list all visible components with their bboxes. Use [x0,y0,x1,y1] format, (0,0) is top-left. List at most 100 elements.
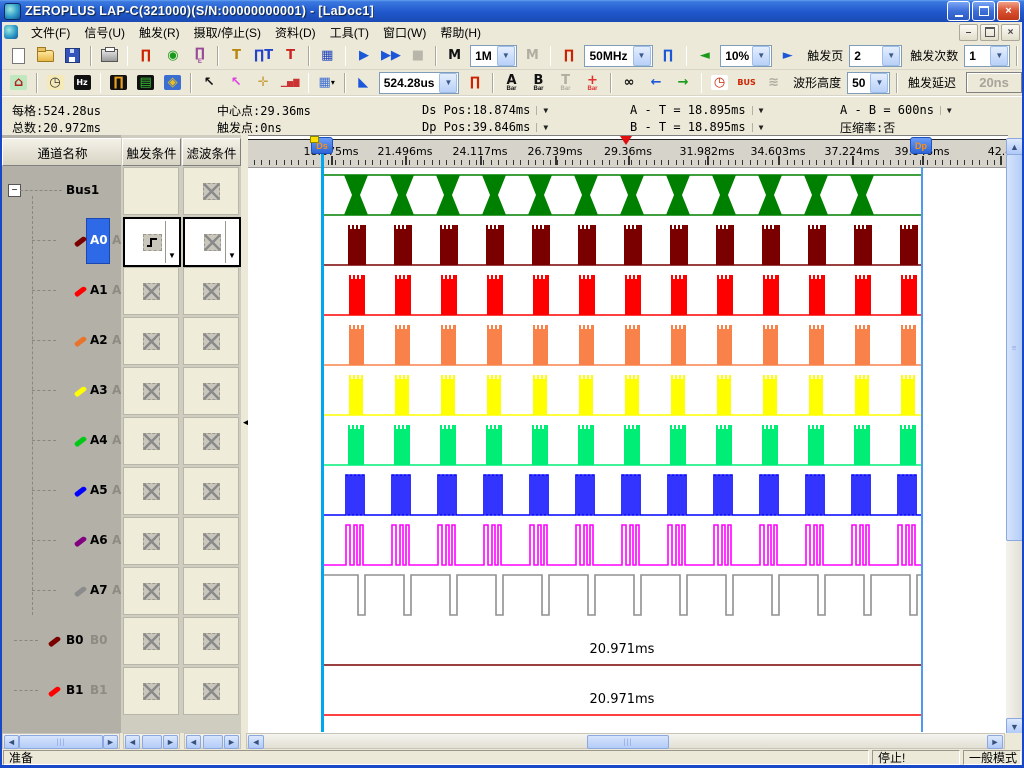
dp-marker[interactable]: Dp [910,137,932,154]
menu-item-3[interactable]: 触发(R) [132,22,187,43]
new-file-button[interactable] [6,44,31,68]
channel-name[interactable]: A2 [90,333,108,347]
b-bar-cursor[interactable] [921,167,923,732]
filter-condition-cell-A7[interactable] [183,567,239,615]
wave-height-combo[interactable]: 50▼ [847,72,890,94]
waveform-hscrollbar[interactable]: ◄ ||| ► [246,733,1005,749]
memory-depth-combo[interactable]: 1M▼ [470,45,517,67]
filter-condition-cell-A0[interactable]: ▼ [183,217,241,267]
print-button[interactable] [97,44,122,68]
dropdown-arrow-icon[interactable]: ▼ [633,46,651,66]
statistics-button[interactable]: ▁▅▇ [278,71,303,95]
trigger-condition-cell-B0[interactable] [123,617,179,665]
menu-item-6[interactable]: 工具(T) [323,22,376,43]
names-hscrollbar[interactable]: ◄ ||| ► [2,733,120,749]
frequency-button[interactable]: Hz [70,71,95,95]
open-file-button[interactable] [33,44,58,68]
channel-name[interactable]: A4 [90,433,108,447]
a-bar-button[interactable]: ABar [499,71,524,95]
ds-pos-dropdown[interactable]: ▼ [536,106,548,115]
trigger-ratio-combo[interactable]: 10%▼ [720,45,772,67]
menu-item-8[interactable]: 帮助(H) [433,22,488,43]
minimize-button[interactable] [947,1,970,21]
hand-tool-button[interactable]: ✛ [251,71,276,95]
waveform-view-button[interactable]: ∏ [106,71,131,95]
menu-item-7[interactable]: 窗口(W) [376,22,433,43]
scroll-thumb[interactable] [142,735,162,749]
ds-marker[interactable]: Ds [311,137,333,154]
scroll-right-button[interactable]: ► [224,735,239,749]
channel-name-header[interactable]: 通道名称 [2,138,121,166]
navigator-button[interactable]: ◈ [160,71,185,95]
trigger-condition-cell-A2[interactable] [123,317,179,365]
dropdown-arrow-icon[interactable]: ▼ [497,46,515,66]
trigger-count-combo[interactable]: 1▼ [964,45,1010,67]
scroll-right-button[interactable]: ► [987,735,1003,749]
scroll-thumb[interactable]: ||| [19,735,103,749]
trigger-condition-header[interactable]: 触发条件 [122,138,181,166]
pointer-tool-button[interactable]: ↖ [197,71,222,95]
scroll-left-button[interactable]: ◄ [4,735,19,749]
sample-clock-button[interactable]: ∏ [556,44,581,68]
zoom-mode-button[interactable]: ▦▾ [314,71,339,95]
zoom-scale-combo[interactable]: 524.28us▼ [379,72,460,94]
mdi-minimize-button[interactable]: – [959,24,978,41]
menu-item-4[interactable]: 摄取/停止(S) [187,22,268,43]
trigger-pos-left-button[interactable]: ◄ [692,44,717,68]
menu-item-1[interactable]: 文件(F) [24,22,77,43]
filter-condition-cell-A4[interactable] [183,417,239,465]
bus-name[interactable]: Bus1 [66,183,99,197]
pulse-trigger-button[interactable]: T [224,44,249,68]
mdi-restore-button[interactable] [980,24,999,41]
filter-condition-cell-A5[interactable] [183,467,239,515]
trigger-condition-cell-Bus1[interactable] [123,167,179,215]
home-button[interactable]: ⌂ [6,71,31,95]
dropdown-arrow-icon[interactable]: ▼ [870,73,888,93]
scroll-up-button[interactable]: ▲ [1006,138,1023,155]
mdi-close-button[interactable]: × [1001,24,1020,41]
vertical-scrollbar[interactable]: ▲ ≡ ▼ [1006,138,1022,733]
waveform-view[interactable]: 18.875ms21.496ms24.117ms26.739ms29.36ms3… [248,135,1008,734]
run-single-button[interactable]: ▶ [351,44,376,68]
dropdown-arrow-icon[interactable]: ▼ [439,73,457,93]
b-t-dropdown[interactable]: ▼ [752,123,764,132]
scroll-right-button[interactable]: ► [103,735,118,749]
trigger-condition-cell-A3[interactable] [123,367,179,415]
channel-name[interactable]: A1 [90,283,108,297]
filter-condition-cell-Bus1[interactable] [183,167,239,215]
sampling-clock-button[interactable]: ◷ [43,71,68,95]
filter-condition-cell-B1[interactable] [183,667,239,715]
menu-item-2[interactable]: 信号(U) [77,22,132,43]
a-t-dropdown[interactable]: ▼ [752,106,764,115]
trigger-condition-cell-A0[interactable]: ▼ [123,217,181,267]
trigger-condition-cell-A6[interactable] [123,517,179,565]
trigger-hscrollbar[interactable]: ◄ ► [123,733,180,749]
select-tool-button[interactable]: ↖ [224,71,249,95]
bus-list-button[interactable]: BUS [734,71,759,95]
time-window-button[interactable]: ◷ [707,71,732,95]
filter-condition-header[interactable]: 滤波条件 [182,138,241,166]
channel-name[interactable]: A5 [90,483,108,497]
trigger-condition-cell-B1[interactable] [123,667,179,715]
channel-name[interactable]: A7 [90,583,108,597]
channel-name[interactable]: B1 [66,683,84,697]
clock-wave-button[interactable]: ∏ [656,44,681,68]
filter-condition-cell-B0[interactable] [183,617,239,665]
b-bar-button[interactable]: BBar [526,71,551,95]
vertical-scroll-thumb[interactable]: ≡ [1006,154,1023,541]
channel-name[interactable]: A0 [90,233,108,247]
channel-name[interactable]: B0 [66,633,84,647]
restore-button[interactable] [972,1,995,21]
a-b-dropdown[interactable]: ▼ [940,106,952,115]
trigger-condition-cell-A1[interactable] [123,267,179,315]
sample-rate-combo[interactable]: 50MHz▼ [584,45,652,67]
zoom-bar-button[interactable]: ◣ [351,71,376,95]
dropdown-arrow-icon[interactable]: ▼ [225,221,238,263]
trigger-condition-cell-A7[interactable] [123,567,179,615]
scroll-thumb[interactable]: ||| [587,735,669,749]
scroll-thumb[interactable] [203,735,223,749]
trigger-page-combo[interactable]: 2▼ [849,45,902,67]
bus-setup-button[interactable]: ▦ [315,44,340,68]
memory-depth-button[interactable]: M [442,44,467,68]
dp-pos-dropdown[interactable]: ▼ [536,123,548,132]
